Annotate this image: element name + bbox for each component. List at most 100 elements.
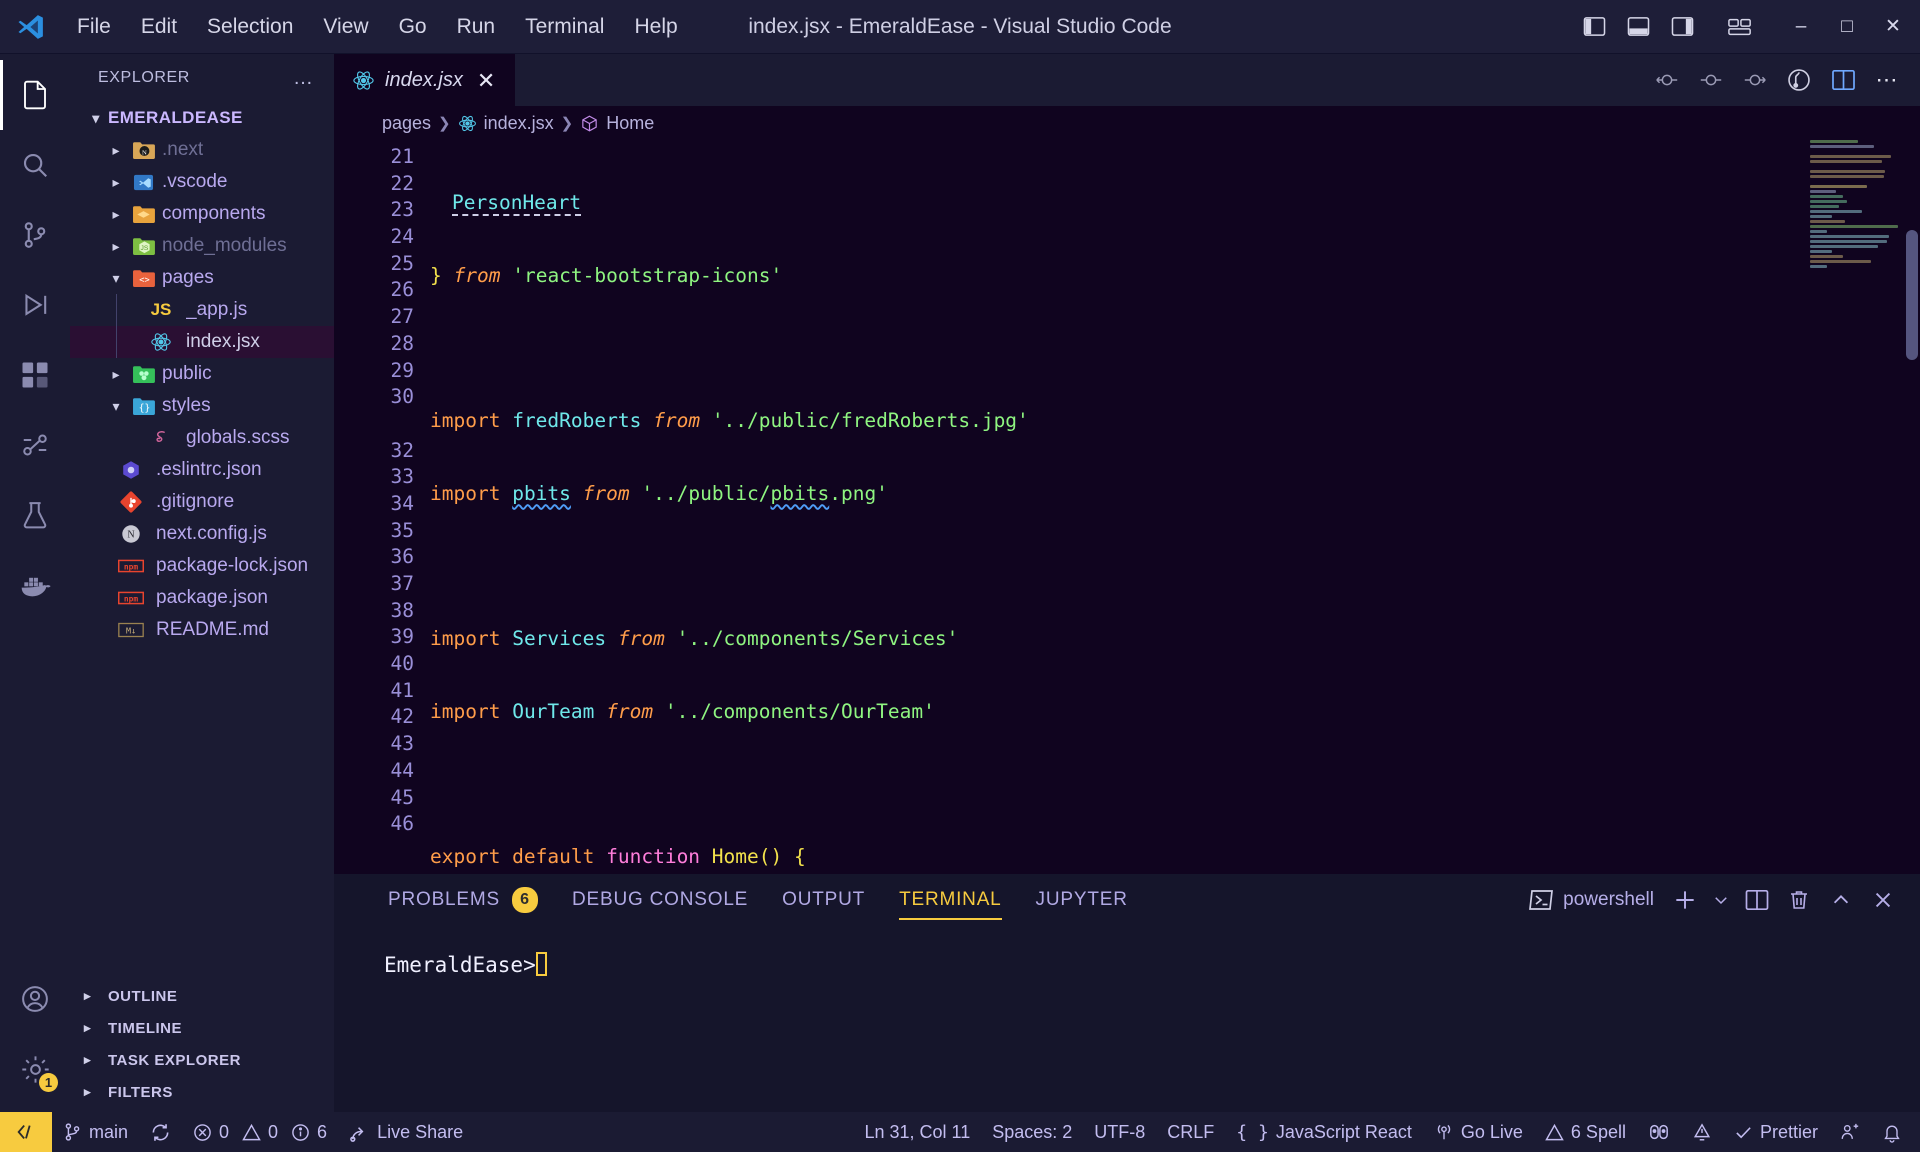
section-outline[interactable]: ▸ OUTLINE xyxy=(70,980,334,1012)
status-gitlens[interactable] xyxy=(1637,1112,1681,1152)
breadcrumb-index-jsx[interactable]: index.jsx xyxy=(458,113,554,134)
status-encoding[interactable]: UTF-8 xyxy=(1083,1112,1156,1152)
tree-item-globals-scss[interactable]: globals.scss xyxy=(70,422,334,454)
sidebar-item-extensions[interactable] xyxy=(0,340,70,410)
status-eol[interactable]: CRLF xyxy=(1156,1112,1225,1152)
status-sync[interactable] xyxy=(139,1112,182,1152)
status-person-add[interactable] xyxy=(1829,1112,1871,1152)
breadcrumb-home-symbol[interactable]: Home xyxy=(580,113,654,134)
tree-item-next-config[interactable]: N next.config.js xyxy=(70,518,334,550)
sidebar-item-test-explorer[interactable] xyxy=(0,480,70,550)
manage-gear-icon[interactable]: 1 xyxy=(0,1034,70,1104)
toggle-panel-icon[interactable] xyxy=(1616,7,1660,47)
tree-item-styles[interactable]: ▾ {} styles xyxy=(70,390,334,422)
close-panel-icon[interactable] xyxy=(1864,882,1902,918)
tree-item-vscode[interactable]: ▸ .vscode xyxy=(70,166,334,198)
sidebar-item-explorer[interactable] xyxy=(0,60,70,130)
remote-window-icon[interactable] xyxy=(0,1112,52,1152)
go-forward-icon[interactable] xyxy=(1736,61,1774,99)
explorer-more-actions-icon[interactable]: … xyxy=(293,67,314,90)
tree-item-public[interactable]: ▸ public xyxy=(70,358,334,390)
code-content[interactable]: PersonHeart } from 'react-bootstrap-icon… xyxy=(430,140,1920,874)
code-line-27: import Services from '../components/Serv… xyxy=(430,627,959,651)
terminal-shell-selector[interactable]: powershell xyxy=(1521,882,1662,918)
split-editor-icon[interactable] xyxy=(1824,61,1862,99)
tree-item-pages[interactable]: ▾ <> pages xyxy=(70,262,334,294)
menu-go[interactable]: Go xyxy=(384,11,442,43)
tree-root-emeraldease[interactable]: ▾ EMERALDEASE xyxy=(70,102,334,134)
kill-terminal-icon[interactable] xyxy=(1780,882,1818,918)
menu-terminal[interactable]: Terminal xyxy=(510,11,619,43)
sidebar-item-docker[interactable] xyxy=(0,550,70,620)
menu-edit[interactable]: Edit xyxy=(126,11,192,43)
terminal-body[interactable]: EmeraldEase> xyxy=(334,926,1920,1112)
editor-scrollbar[interactable] xyxy=(1904,140,1920,874)
tab-terminal[interactable]: TERMINAL xyxy=(899,874,1003,926)
react-file-icon xyxy=(146,331,176,353)
split-terminal-icon[interactable] xyxy=(1738,882,1776,918)
run-icon[interactable] xyxy=(1780,61,1818,99)
section-timeline[interactable]: ▸ TIMELINE xyxy=(70,1012,334,1044)
tab-output[interactable]: OUTPUT xyxy=(782,874,865,926)
status-problems[interactable]: 0 0 6 xyxy=(182,1112,338,1152)
close-icon[interactable]: ✕ xyxy=(1870,0,1916,54)
tree-item-next[interactable]: ▸ N .next xyxy=(70,134,334,166)
more-actions-icon[interactable]: ⋯ xyxy=(1868,61,1906,99)
breadcrumb-pages[interactable]: pages xyxy=(382,113,431,134)
tree-item-gitignore[interactable]: .gitignore xyxy=(70,486,334,518)
status-indentation[interactable]: Spaces: 2 xyxy=(981,1112,1083,1152)
terminal-dropdown-icon[interactable] xyxy=(1708,882,1734,918)
tree-item-readme-md[interactable]: M↓ README.md xyxy=(70,614,334,646)
menu-run[interactable]: Run xyxy=(442,11,511,43)
maximize-icon[interactable]: □ xyxy=(1824,0,1870,54)
toggle-secondary-sidebar-icon[interactable] xyxy=(1660,7,1704,47)
menu-view[interactable]: View xyxy=(308,11,383,43)
tree-item-components[interactable]: ▸ components xyxy=(70,198,334,230)
sidebar-item-remote-explorer[interactable] xyxy=(0,410,70,480)
status-go-live[interactable]: Go Live xyxy=(1423,1112,1534,1152)
status-language-mode[interactable]: { } JavaScript React xyxy=(1225,1112,1423,1152)
tree-item-label: components xyxy=(162,203,266,224)
tree-item-label: .eslintrc.json xyxy=(156,459,262,480)
menu-help[interactable]: Help xyxy=(619,11,692,43)
status-live-share[interactable]: Live Share xyxy=(338,1112,474,1152)
maximize-panel-icon[interactable] xyxy=(1822,882,1860,918)
tab-index-jsx[interactable]: index.jsx ✕ xyxy=(334,54,516,106)
sidebar-item-source-control[interactable] xyxy=(0,200,70,270)
new-terminal-icon[interactable] xyxy=(1666,882,1704,918)
tab-jupyter[interactable]: JUPYTER xyxy=(1036,874,1128,926)
minimize-icon[interactable]: – xyxy=(1778,0,1824,54)
tree-item-eslintrc[interactable]: .eslintrc.json xyxy=(70,454,334,486)
status-alert[interactable] xyxy=(1681,1112,1723,1152)
section-filters[interactable]: ▸ FILTERS xyxy=(70,1076,334,1108)
terminal-powershell-icon xyxy=(1529,888,1555,912)
status-prettier[interactable]: Prettier xyxy=(1723,1112,1829,1152)
code-editor[interactable]: 21 22 23 24 25 26 27 28 29 30 32 33 34 3… xyxy=(334,140,1920,874)
status-cursor-position[interactable]: Ln 31, Col 11 xyxy=(853,1112,981,1152)
stay-icon[interactable] xyxy=(1692,61,1730,99)
tree-item-package-lock-json[interactable]: npm package-lock.json xyxy=(70,550,334,582)
status-spell-checker[interactable]: 6 Spell xyxy=(1534,1112,1637,1152)
sidebar-item-run-and-debug[interactable] xyxy=(0,270,70,340)
status-notifications[interactable] xyxy=(1871,1112,1920,1152)
tree-item-package-json[interactable]: npm package.json xyxy=(70,582,334,614)
close-icon[interactable]: ✕ xyxy=(473,68,499,94)
status-branch[interactable]: main xyxy=(52,1112,139,1152)
section-task-explorer[interactable]: ▸ TASK EXPLORER xyxy=(70,1044,334,1076)
editor-minimap[interactable] xyxy=(1810,140,1902,480)
accounts-icon[interactable] xyxy=(0,964,70,1034)
go-back-icon[interactable] xyxy=(1648,61,1686,99)
line-number: 29 xyxy=(390,358,414,382)
line-number: 34 xyxy=(390,491,414,515)
tree-item-index-jsx[interactable]: index.jsx xyxy=(70,326,334,358)
menu-selection[interactable]: Selection xyxy=(192,11,308,43)
scrollbar-thumb[interactable] xyxy=(1906,230,1918,360)
toggle-primary-sidebar-icon[interactable] xyxy=(1572,7,1616,47)
menu-file[interactable]: File xyxy=(62,11,126,43)
tree-item-node-modules[interactable]: ▸ JS node_modules xyxy=(70,230,334,262)
tree-item-app-js[interactable]: JS _app.js xyxy=(70,294,334,326)
tab-problems[interactable]: PROBLEMS 6 xyxy=(388,874,538,926)
sidebar-item-search[interactable] xyxy=(0,130,70,200)
customize-layout-icon[interactable] xyxy=(1718,7,1762,47)
tab-debug-console[interactable]: DEBUG CONSOLE xyxy=(572,874,748,926)
